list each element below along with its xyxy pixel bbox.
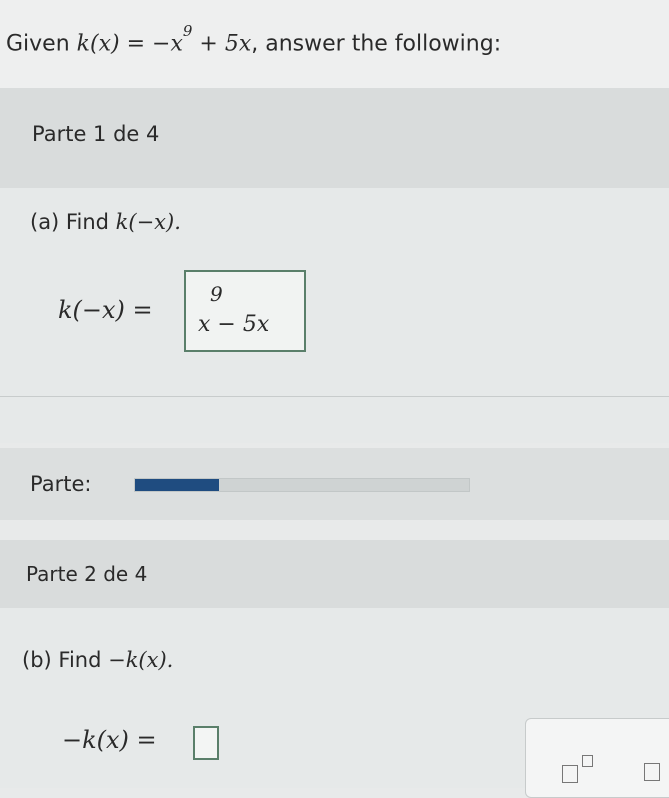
progress-bar xyxy=(134,478,470,492)
function-lhs: k(x) xyxy=(76,31,120,57)
answer-b-lhs: −k(x) = xyxy=(62,726,157,754)
question-b: (b) Find −k(x). xyxy=(22,648,173,672)
math-toolbar xyxy=(525,718,669,798)
part-1-label: Parte 1 de 4 xyxy=(32,122,160,146)
divider xyxy=(0,396,669,397)
question-a-expression: k(−x). xyxy=(115,210,181,234)
progress-fill xyxy=(135,479,219,491)
part-1-header: Parte 1 de 4 xyxy=(0,88,669,188)
part-2-header: Parte 2 de 4 xyxy=(0,540,669,608)
part-2-label: Parte 2 de 4 xyxy=(26,562,148,586)
equals-sign: = xyxy=(126,31,146,57)
progress-row: Parte: xyxy=(0,448,669,520)
progress-label: Parte: xyxy=(30,472,92,496)
answer-a-exponent: 9 xyxy=(210,282,223,306)
term-plus-5x: + 5x xyxy=(199,31,252,57)
superscript-template-icon[interactable] xyxy=(562,753,602,789)
exponent: 9 xyxy=(182,22,193,40)
given-label: Given xyxy=(6,31,70,57)
answer-a-base: x xyxy=(198,312,211,337)
question-a-label: (a) Find xyxy=(30,210,109,234)
question-a: (a) Find k(−x). xyxy=(30,210,181,234)
part-a-section: (a) Find k(−x). k(−x) = 9 x − 5x xyxy=(0,188,669,443)
exponent-box xyxy=(582,755,593,767)
problem-header: Given k(x) = −x9 + 5x, answer the follow… xyxy=(0,0,669,88)
answer-a-lhs: k(−x) = xyxy=(58,296,153,324)
term-negative-x: −x xyxy=(152,31,183,57)
instruction-suffix: , answer the following: xyxy=(251,31,502,57)
answer-a-expression: x − 5x xyxy=(198,312,269,337)
base-box xyxy=(562,765,578,783)
answer-a-input[interactable]: 9 x − 5x xyxy=(184,270,306,352)
box-template-icon[interactable] xyxy=(644,763,660,781)
answer-a-rest: − 5x xyxy=(210,312,270,337)
question-b-expression: −k(x). xyxy=(108,648,174,672)
problem-statement: Given k(x) = −x9 + 5x, answer the follow… xyxy=(6,22,502,57)
question-b-label: (b) Find xyxy=(22,648,102,672)
answer-b-input[interactable] xyxy=(193,726,219,760)
